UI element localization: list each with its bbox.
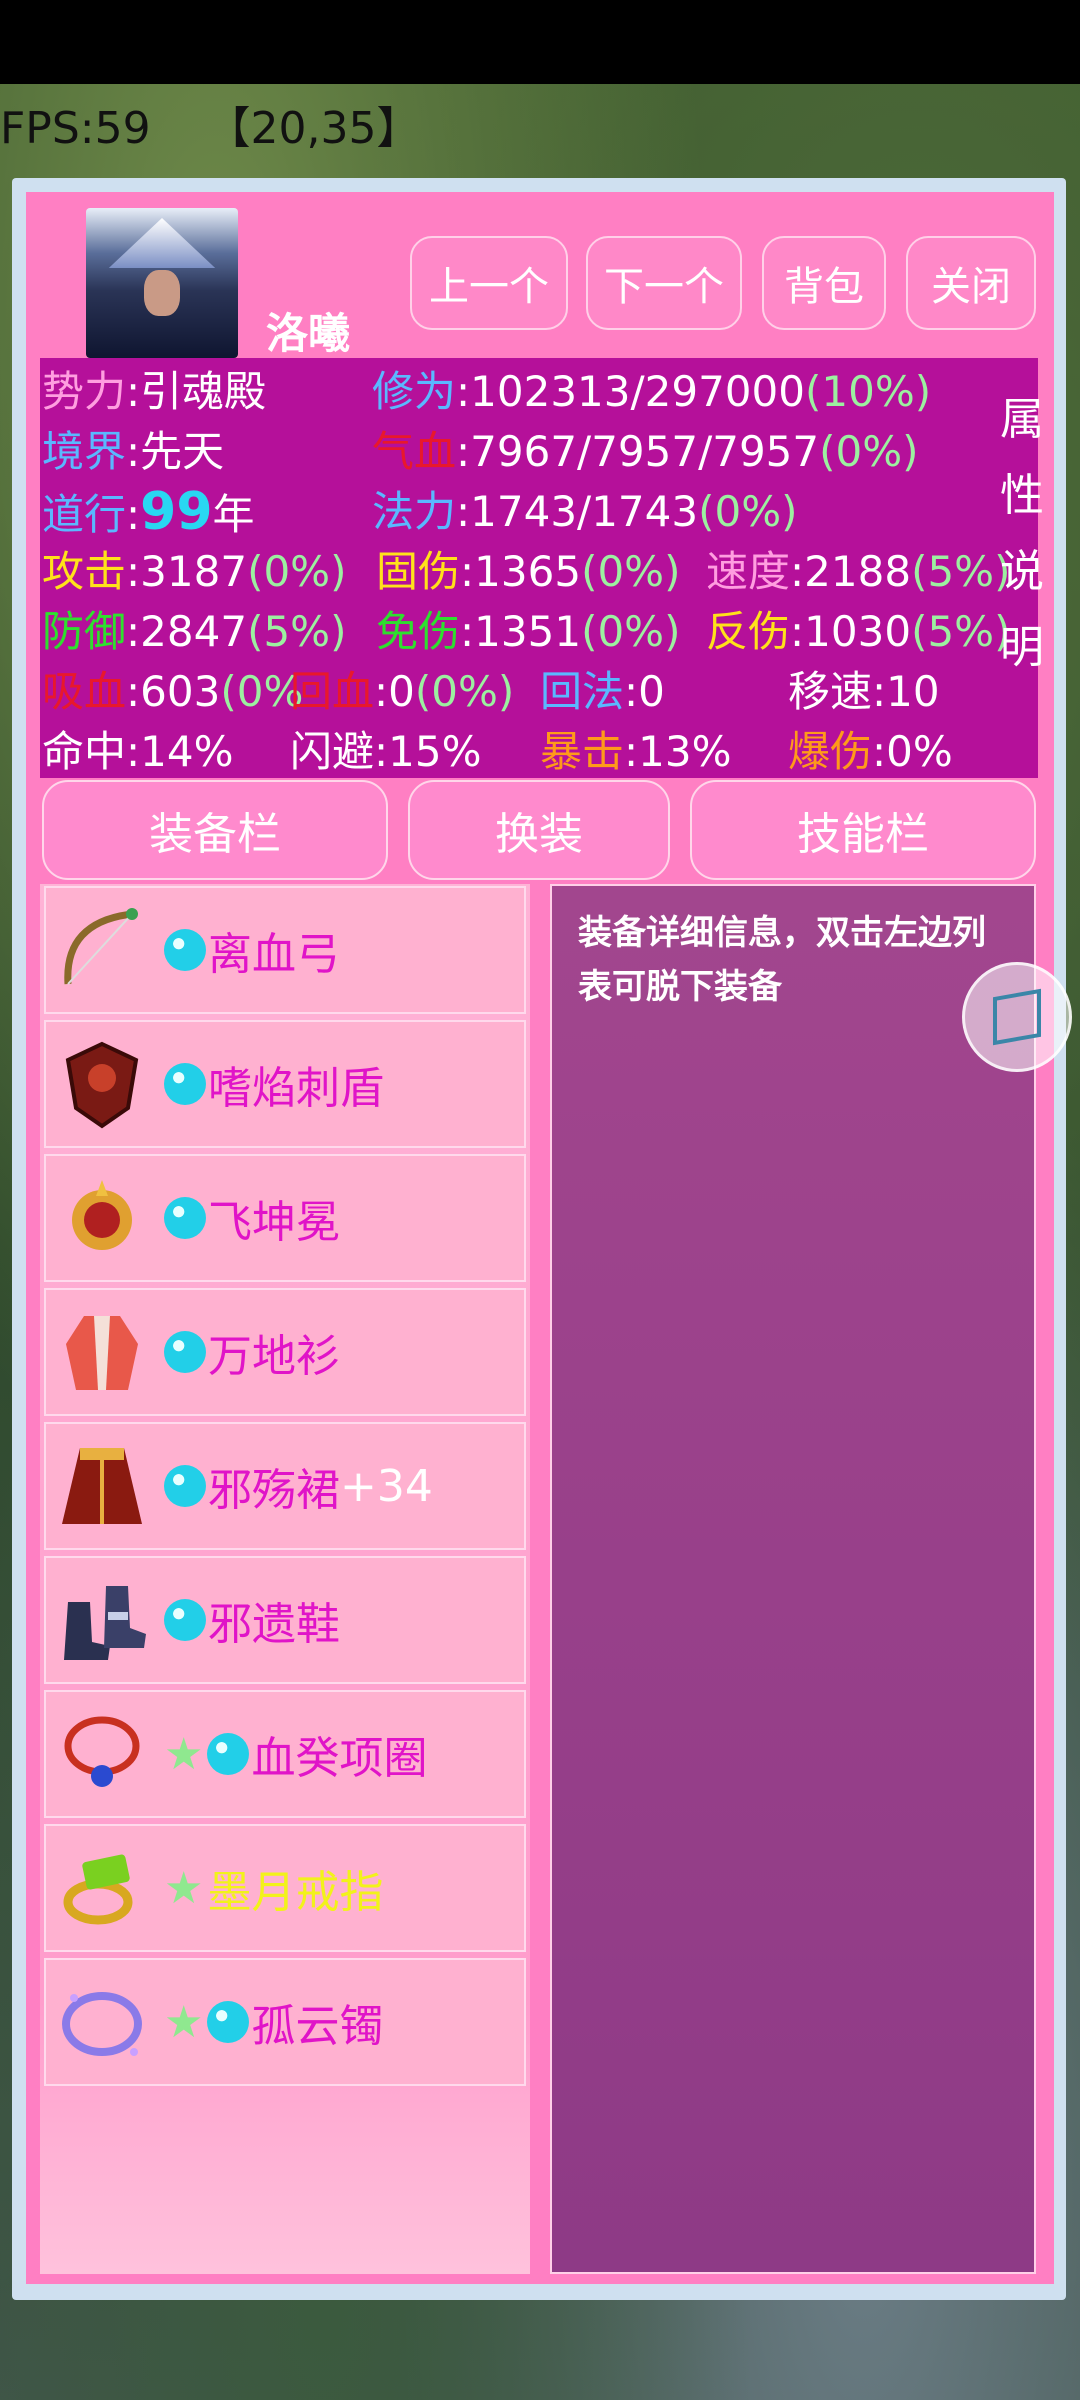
stat-lifesteal: 吸血:603(0% [42,667,304,716]
stat-move-speed: 移速:10 [788,667,940,716]
stat-hp: 气血:7967/7957/7957(0%) [372,427,919,476]
stat-hit: 命中:14% [42,727,234,776]
equipment-item[interactable]: ★ 血癸项圈 [44,1690,526,1818]
ring-icon [63,1854,133,1925]
next-character-button[interactable]: 下一个 [586,236,742,330]
yinyang-icon [164,929,206,971]
stat-reflect: 反伤:1030(5%) [706,607,1011,656]
attribute-help-link[interactable]: 属 性 说 明 [1000,382,1044,686]
yinyang-icon [164,1465,206,1507]
fps-counter: FPS:59 [0,103,151,154]
star-icon: ★ [164,1996,204,2048]
stat-crit: 暴击:13% [540,727,732,776]
star-icon: ★ [164,1728,204,1780]
avatar-hat [108,218,216,268]
yinyang-icon [164,1063,206,1105]
equipment-item[interactable]: ★ 孤云镯 [44,1958,526,2086]
avatar-face [144,270,180,316]
prev-character-button[interactable]: 上一个 [410,236,568,330]
status-bar [0,0,1080,84]
bracelet-icon [62,1992,142,2056]
yinyang-icon [164,1197,206,1239]
stat-attack: 攻击:3187(0%) [42,547,347,596]
stat-mana-regen: 回法:0 [540,667,665,716]
equipment-detail-panel: 装备详细信息，双击左边列表可脱下装备 [550,884,1036,2274]
map-coords: 【20,35】 [206,103,421,154]
bag-button[interactable]: 背包 [762,236,886,330]
stat-crit-damage: 爆伤:0% [788,727,953,776]
yinyang-icon [207,1733,250,1775]
tab-outfit[interactable]: 换装 [408,780,670,880]
stat-fixed-damage: 固伤:1365(0%) [376,547,681,596]
stat-dodge: 闪避:15% [290,727,482,776]
cube-icon [993,988,1041,1046]
stat-defense: 防御:2847(5%) [42,607,347,656]
star-icon: ★ [164,1862,204,1914]
crown-icon [72,1180,132,1250]
equipment-item[interactable]: 邪遗鞋 [44,1556,526,1684]
skirt-icon [62,1448,142,1524]
stat-speed: 速度:2188(5%) [706,547,1011,596]
equipment-item[interactable]: 邪殇裙 +34 [44,1422,526,1550]
stat-mana: 法力:1743/1743(0%) [372,487,798,536]
close-button[interactable]: 关闭 [906,236,1036,330]
yinyang-icon [207,2001,250,2043]
equipment-item[interactable]: 飞坤冕 [44,1154,526,1282]
necklace-icon [64,1716,140,1787]
yinyang-icon [164,1599,206,1641]
stat-faction: 势力:引魂殿 [42,367,267,416]
equipment-item[interactable]: 万地衫 [44,1288,526,1416]
equipment-item[interactable]: 嗜焰刺盾 [44,1020,526,1148]
equipment-detail-hint: 装备详细信息，双击左边列表可脱下装备 [578,913,986,1007]
stat-dao: 道行:99年 [42,482,255,542]
stat-damage-immunity: 免伤:1351(0%) [376,607,681,656]
shield-icon [65,1041,139,1129]
character-name: 洛曦 [266,309,351,358]
character-avatar[interactable] [86,208,238,358]
bow-icon [64,908,138,985]
yinyang-icon [164,1331,206,1373]
stat-realm: 境界:先天 [42,427,225,476]
hud-readout: FPS:59 【20,35】 [0,92,421,156]
floating-cube-button[interactable] [962,962,1072,1072]
tab-equipment[interactable]: 装备栏 [42,780,388,880]
stat-hp-regen: 回血:0(0%) [290,667,515,716]
equipment-item[interactable]: 离血弓 [44,886,526,1014]
equipment-item[interactable]: ★ 墨月戒指 [44,1824,526,1952]
robe-icon [66,1316,138,1390]
boots-icon [64,1586,146,1660]
tab-skills[interactable]: 技能栏 [690,780,1036,880]
stat-cultivation: 修为:102313/297000(10%) [372,367,932,416]
